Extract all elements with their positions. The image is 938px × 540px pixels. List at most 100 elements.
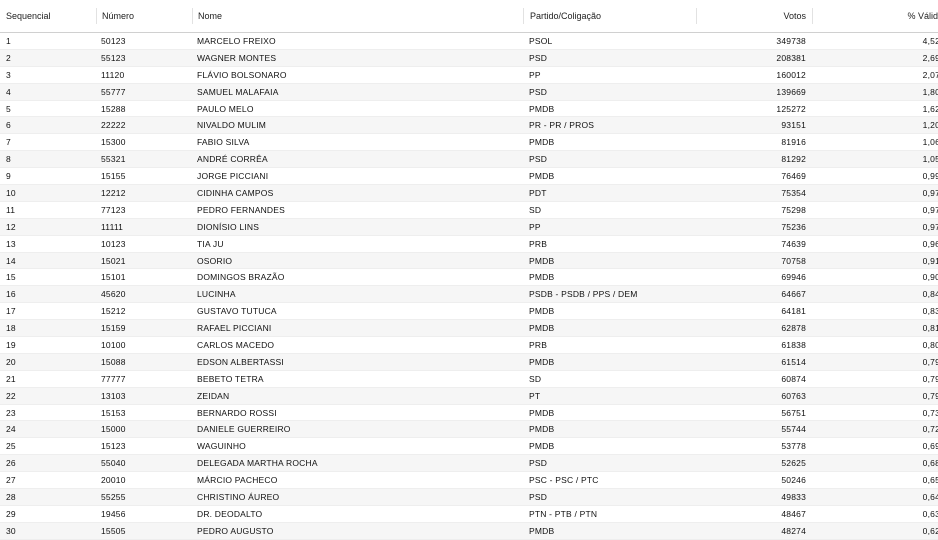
cell-pct-validos: 0,96 — [922, 238, 938, 249]
cell-pct-validos: 0,63 — [922, 508, 938, 519]
cell-sequencial: 26 — [6, 458, 16, 469]
cell-nome: BERNARDO ROSSI — [197, 407, 277, 418]
cell-pct-validos: 1,06 — [922, 137, 938, 148]
table-row[interactable]: 21 77777 BEBETO TETRA SD 60874 0,79 — [0, 371, 938, 388]
table-row[interactable]: 23 15153 BERNARDO ROSSI PMDB 56751 0,73 — [0, 405, 938, 422]
grid-body: 1 50123 MARCELO FREIXO PSOL 349738 4,52 2 55123… — [0, 33, 938, 540]
table-row[interactable]: 13 10123 TIA JU PRB 74639 0,96 — [0, 236, 938, 253]
table-row[interactable]: 10 12212 CIDINHA CAMPOS PDT 75354 0,97 — [0, 185, 938, 202]
cell-pct-validos: 0,97 — [922, 188, 938, 199]
cell-numero: 15288 — [101, 103, 126, 114]
cell-numero: 10100 — [101, 340, 126, 351]
cell-votos: 53778 — [781, 441, 806, 452]
cell-sequencial: 4 — [6, 86, 11, 97]
cell-votos: 64667 — [781, 289, 806, 300]
cell-numero: 13103 — [101, 390, 126, 401]
table-row[interactable]: 16 45620 LUCINHA PSDB - PSDB / PPS / DEM 646… — [0, 286, 938, 304]
cell-nome: CARLOS MACEDO — [197, 340, 275, 351]
cell-numero: 15505 — [101, 525, 126, 536]
cell-votos: 64181 — [781, 306, 806, 317]
cell-votos: 61838 — [781, 340, 806, 351]
table-row[interactable]: 6 22222 NIVALDO MULIM PR - PR / PROS 93151 1,… — [0, 117, 938, 135]
cell-votos: 69946 — [781, 272, 806, 283]
table-row[interactable]: 27 20010 MÁRCIO PACHECO PSC - PSC / PTC 5024… — [0, 472, 938, 490]
cell-sequencial: 15 — [6, 272, 16, 283]
cell-numero: 15212 — [101, 306, 126, 317]
cell-nome: WAGNER MONTES — [197, 52, 277, 63]
cell-pct-validos: 0,69 — [922, 441, 938, 452]
cell-sequencial: 23 — [6, 407, 16, 418]
cell-votos: 61514 — [781, 356, 806, 367]
cell-nome: DOMINGOS BRAZÃO — [197, 272, 285, 283]
cell-sequencial: 16 — [6, 289, 16, 300]
table-row[interactable]: 22 13103 ZEIDAN PT 60763 0,79 — [0, 387, 938, 405]
table-row[interactable]: 3 11120 FLÁVIO BOLSONARO PP 160012 2,07 — [0, 67, 938, 84]
cell-votos: 49833 — [781, 492, 806, 503]
table-row[interactable]: 12 11111 DIONÍSIO LINS PP 75236 0,97 — [0, 218, 938, 236]
cell-sequencial: 6 — [6, 120, 11, 131]
table-row[interactable]: 15 15101 DOMINGOS BRAZÃO PMDB 69946 0,90 — [0, 269, 938, 287]
cell-sequencial: 17 — [6, 306, 16, 317]
table-row[interactable]: 5 15288 PAULO MELO PMDB 125272 1,62 — [0, 101, 938, 118]
table-row[interactable]: 9 15155 JORGE PICCIANI PMDB 76469 0,99 — [0, 168, 938, 186]
table-row[interactable]: 11 77123 PEDRO FERNANDES SD 75298 0,97 — [0, 202, 938, 219]
cell-numero: 55321 — [101, 154, 126, 165]
cell-numero: 15123 — [101, 441, 126, 452]
table-row[interactable]: 28 55255 CHRISTINO ÁUREO PSD 49833 0,64 — [0, 489, 938, 506]
cell-pct-validos: 0,97 — [922, 221, 938, 232]
cell-numero: 55777 — [101, 86, 126, 97]
table-row[interactable]: 29 19456 DR. DEODALTO PTN - PTB / PTN 48467 0… — [0, 506, 938, 523]
table-row[interactable]: 2 55123 WAGNER MONTES PSD 208381 2,69 — [0, 49, 938, 67]
cell-nome: NIVALDO MULIM — [197, 120, 267, 131]
cell-pct-validos: 2,69 — [922, 52, 938, 63]
cell-nome: GUSTAVO TUTUCA — [197, 306, 277, 317]
column-header-numero[interactable]: Número — [96, 8, 192, 24]
cell-sequencial: 21 — [6, 373, 16, 384]
cell-nome: FLÁVIO BOLSONARO — [197, 69, 287, 80]
cell-pct-validos: 0,90 — [922, 272, 938, 283]
table-row[interactable]: 8 55321 ANDRÉ CORRÊA PSD 81292 1,05 — [0, 151, 938, 169]
cell-sequencial: 27 — [6, 475, 16, 486]
column-header-nome[interactable]: Nome — [192, 8, 523, 24]
column-header-pct-validos[interactable]: % Válid — [812, 8, 938, 24]
cell-votos: 75298 — [781, 204, 806, 215]
table-row[interactable]: 26 55040 DELEGADA MARTHA ROCHA PSD 52625 0,68 — [0, 455, 938, 473]
table-row[interactable]: 14 15021 OSORIO PMDB 70758 0,91 — [0, 252, 938, 270]
table-row[interactable]: 25 15123 WAGUINHO PMDB 53778 0,69 — [0, 438, 938, 456]
cell-votos: 160012 — [776, 69, 806, 80]
cell-pct-validos: 0,83 — [922, 306, 938, 317]
table-row[interactable]: 4 55777 SAMUEL MALAFAIA PSD 139669 1,80 — [0, 83, 938, 101]
cell-votos: 81292 — [781, 154, 806, 165]
cell-pct-validos: 1,05 — [922, 154, 938, 165]
cell-pct-validos: 0,81 — [922, 323, 938, 334]
cell-numero: 10123 — [101, 238, 126, 249]
column-header-votos[interactable]: Votos — [696, 8, 812, 24]
column-header-partido[interactable]: Partido/Coligação — [523, 8, 696, 24]
cell-sequencial: 9 — [6, 171, 11, 182]
table-row[interactable]: 20 15088 EDSON ALBERTASSI PMDB 61514 0,79 — [0, 353, 938, 371]
cell-pct-validos: 0,84 — [922, 289, 938, 300]
table-row[interactable]: 19 10100 CARLOS MACEDO PRB 61838 0,80 — [0, 337, 938, 354]
cell-numero: 15300 — [101, 137, 126, 148]
cell-nome: DELEGADA MARTHA ROCHA — [197, 458, 318, 469]
cell-nome: RAFAEL PICCIANI — [197, 323, 272, 334]
cell-nome: BEBETO TETRA — [197, 373, 264, 384]
table-row[interactable]: 24 15000 DANIELE GUERREIRO PMDB 55744 0,72 — [0, 421, 938, 439]
cell-pct-validos: 1,80 — [922, 86, 938, 97]
cell-nome: DANIELE GUERREIRO — [197, 424, 291, 435]
cell-pct-validos: 0,79 — [922, 373, 938, 384]
cell-nome: CIDINHA CAMPOS — [197, 188, 274, 199]
cell-nome: TIA JU — [197, 238, 224, 249]
table-row[interactable]: 7 15300 FABIO SILVA PMDB 81916 1,06 — [0, 134, 938, 152]
cell-nome: LUCINHA — [197, 289, 236, 300]
cell-pct-validos: 0,79 — [922, 390, 938, 401]
cell-nome: SAMUEL MALAFAIA — [197, 86, 279, 97]
table-row[interactable]: 1 50123 MARCELO FREIXO PSOL 349738 4,52 — [0, 33, 938, 50]
cell-sequencial: 19 — [6, 340, 16, 351]
cell-nome: WAGUINHO — [197, 441, 246, 452]
table-row[interactable]: 30 15505 PEDRO AUGUSTO PMDB 48274 0,62 — [0, 522, 938, 540]
table-row[interactable]: 18 15159 RAFAEL PICCIANI PMDB 62878 0,81 — [0, 320, 938, 338]
column-header-sequencial[interactable]: Sequencial — [0, 8, 96, 24]
cell-nome: FABIO SILVA — [197, 137, 250, 148]
table-row[interactable]: 17 15212 GUSTAVO TUTUCA PMDB 64181 0,83 — [0, 303, 938, 321]
